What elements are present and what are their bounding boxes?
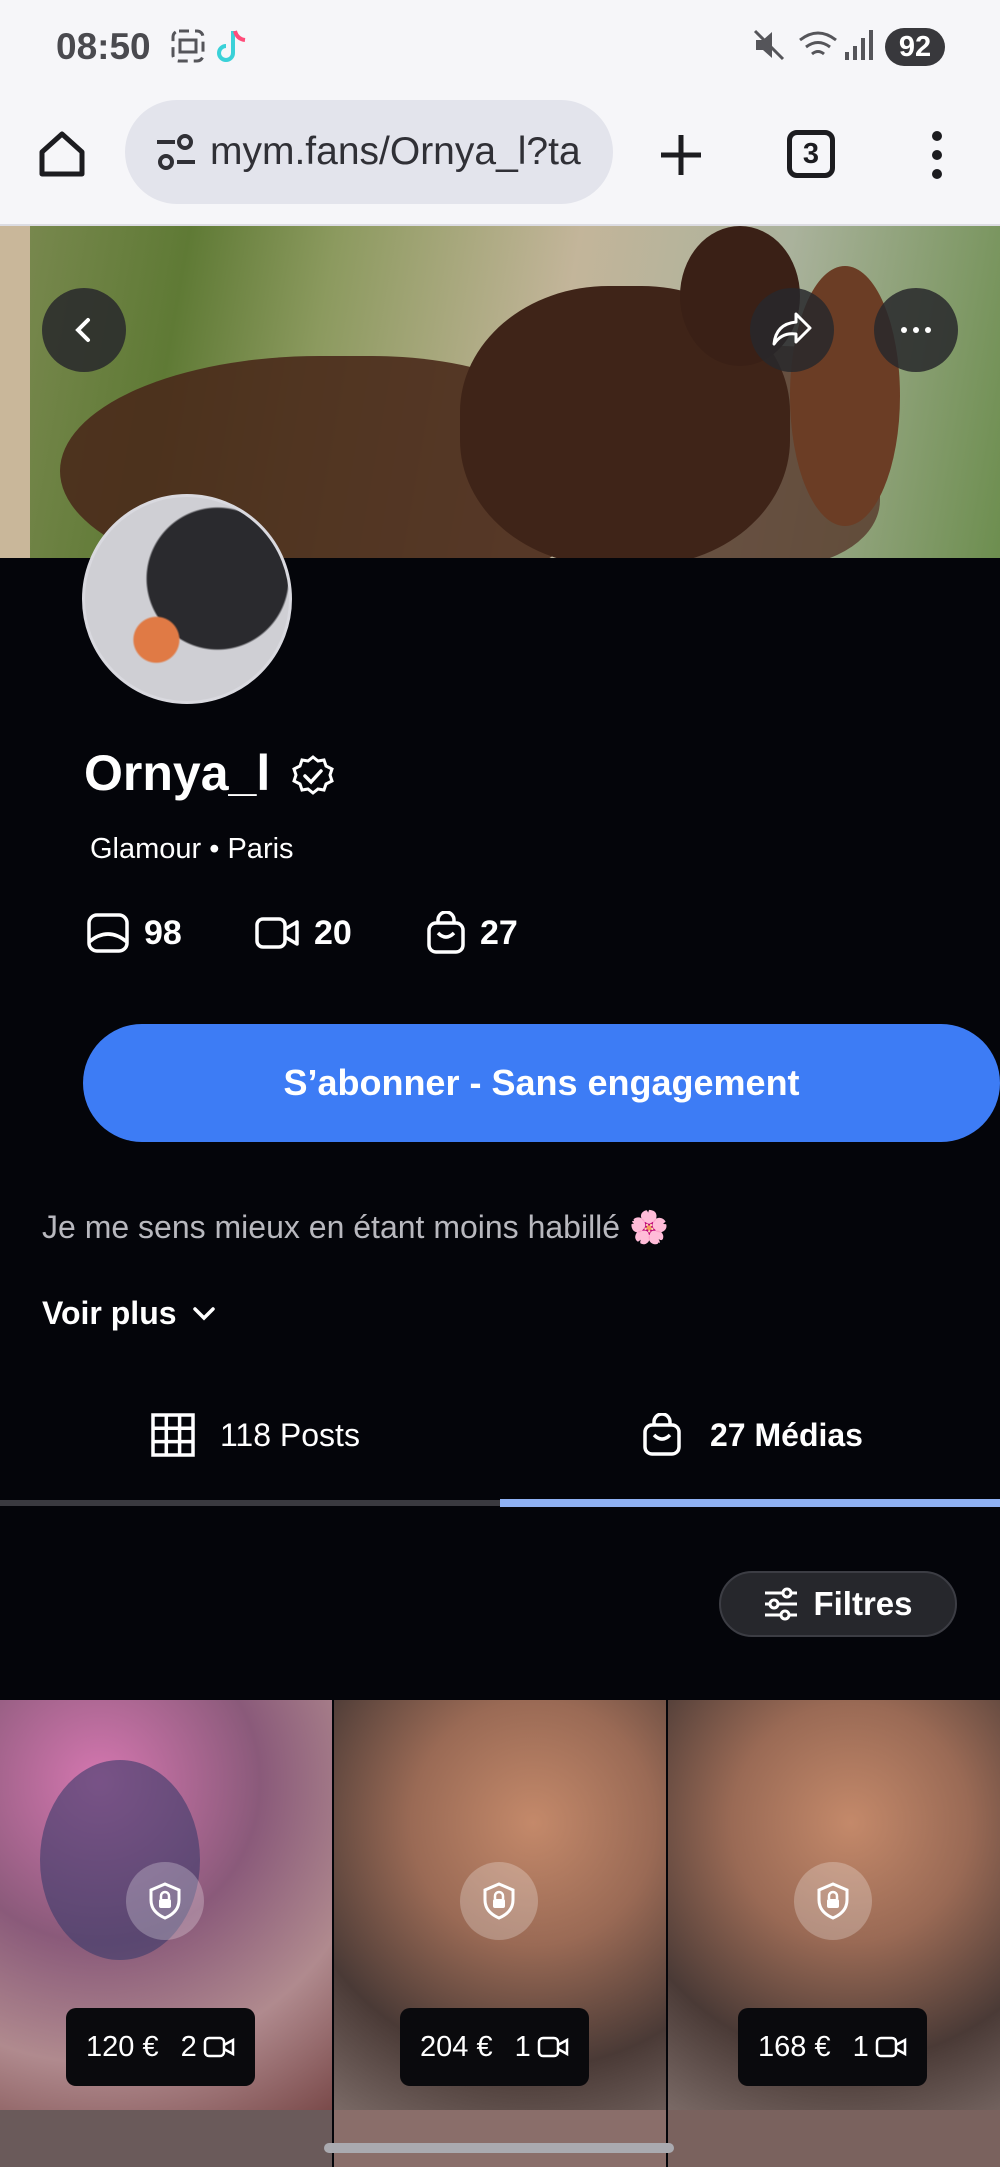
mute-icon: [753, 29, 785, 61]
video-count: 1: [514, 2030, 531, 2063]
video-icon: [875, 2036, 906, 2058]
photo-icon: [87, 913, 129, 953]
profile-username: Ornya_l: [84, 745, 271, 801]
wifi-icon: [799, 31, 837, 56]
stat-videos: 20: [254, 910, 352, 956]
stat-medias: 27: [426, 910, 518, 956]
media-grid-next-row: [0, 2110, 1000, 2167]
video-icon: [255, 917, 299, 949]
verified-badge-icon: [292, 755, 334, 795]
stat-photos-count: 98: [144, 913, 182, 952]
back-button[interactable]: [42, 288, 126, 372]
tab-posts[interactable]: 118 Posts: [150, 1405, 360, 1465]
video-icon: [537, 2036, 568, 2058]
status-bar: 08:50 92: [0, 0, 1000, 92]
media-item[interactable]: 204 € 1: [334, 1700, 666, 2110]
url-bar[interactable]: mym.fans/Ornya_l?ta: [125, 100, 613, 204]
menu-icon[interactable]: [928, 128, 946, 182]
media-grid: 120 € 2 204 € 1 168 € 1: [0, 1700, 1000, 2110]
more-button[interactable]: [874, 288, 958, 372]
lock-badge: [794, 1862, 872, 1940]
price-tag: 168 € 1: [738, 2008, 927, 2086]
new-tab-icon[interactable]: [658, 132, 704, 178]
sliders-icon: [765, 1587, 798, 1621]
battery-level: 92: [885, 28, 945, 66]
media-item[interactable]: 120 € 2: [0, 1700, 332, 2110]
cover-wall: [0, 226, 30, 558]
shield-lock-icon: [817, 1882, 849, 1920]
chevron-left-icon: [75, 318, 90, 342]
home-icon[interactable]: [36, 128, 88, 180]
price-value: 120 €: [86, 2030, 159, 2063]
shield-lock-icon: [483, 1882, 515, 1920]
shopping-bag-icon: [427, 911, 465, 954]
price-value: 168 €: [758, 2030, 831, 2063]
video-icon: [203, 2036, 234, 2058]
price-value: 204 €: [420, 2030, 493, 2063]
screen: 08:50 92 mym.fans/Ornya_l?ta 3 Ornya_l G…: [0, 0, 1000, 2167]
see-more-label: Voir plus: [42, 1295, 177, 1331]
tab-medias[interactable]: 27 Médias: [642, 1405, 863, 1465]
lock-badge: [126, 1862, 204, 1940]
status-time: 08:50: [56, 26, 151, 67]
stat-medias-count: 27: [480, 913, 518, 952]
subscribe-button[interactable]: S’abonner - Sans engagement: [83, 1024, 1000, 1142]
stat-videos-count: 20: [314, 913, 352, 952]
browser-toolbar: mym.fans/Ornya_l?ta 3: [0, 92, 1000, 226]
tab-switcher-icon[interactable]: 3: [787, 130, 835, 178]
more-dots-icon: [901, 327, 931, 333]
profile-subtitle: Glamour • Paris: [90, 833, 294, 865]
share-button[interactable]: [750, 288, 834, 372]
shopping-bag-icon: [643, 1413, 681, 1456]
tiktok-icon: [217, 30, 246, 62]
media-item[interactable]: [668, 2110, 1000, 2167]
url-text[interactable]: mym.fans/Ornya_l?ta: [210, 130, 602, 174]
shield-lock-icon: [149, 1882, 181, 1920]
screenshot-icon: [171, 29, 205, 63]
signal-icon: [845, 30, 873, 60]
filters-label: Filtres: [813, 1585, 913, 1622]
avatar[interactable]: [82, 494, 292, 704]
share-icon: [772, 312, 812, 346]
tab-medias-label: 27 Médias: [710, 1416, 863, 1453]
price-tag: 204 € 1: [400, 2008, 589, 2086]
gesture-home-bar[interactable]: [324, 2143, 674, 2153]
price-tag: 120 € 2: [66, 2008, 255, 2086]
profile-bio: Je me sens mieux en étant moins habillé …: [42, 1209, 669, 1245]
filters-button[interactable]: Filtres: [719, 1571, 957, 1637]
lock-badge: [460, 1862, 538, 1940]
chevron-down-icon: [192, 1306, 215, 1320]
site-settings-icon[interactable]: [155, 134, 197, 170]
stat-photos: 98: [86, 910, 182, 956]
tab-active-indicator: [500, 1499, 1000, 1507]
see-more-button[interactable]: Voir plus: [42, 1295, 217, 1332]
media-item[interactable]: 168 € 1: [668, 1700, 1000, 2110]
grid-icon: [151, 1413, 195, 1457]
media-item[interactable]: [0, 2110, 332, 2167]
video-count: 1: [852, 2030, 869, 2063]
tab-posts-label: 118 Posts: [220, 1416, 360, 1453]
video-count: 2: [180, 2030, 197, 2063]
media-item[interactable]: [334, 2110, 666, 2167]
